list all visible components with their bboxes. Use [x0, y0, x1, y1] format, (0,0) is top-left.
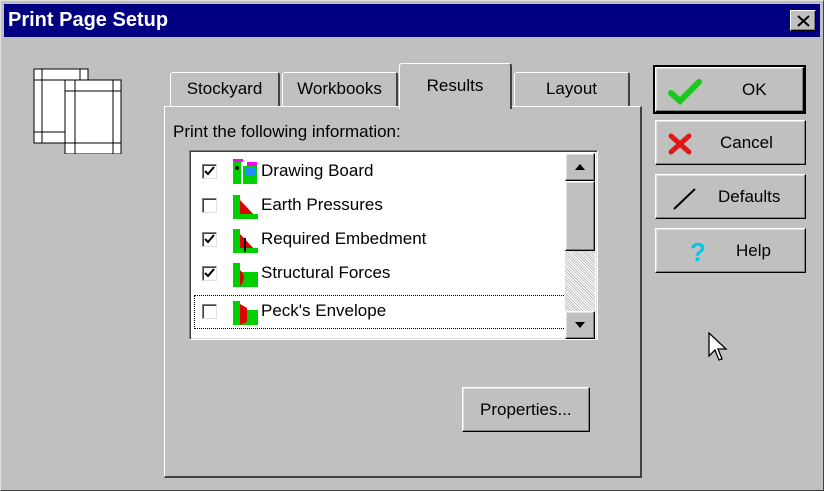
list-item[interactable]: Drawing Board — [194, 155, 570, 189]
checkbox-required-embedment[interactable] — [202, 232, 217, 247]
close-button[interactable] — [790, 10, 816, 31]
checkbox-earth-pressures[interactable] — [202, 198, 217, 213]
page-setup-icon — [33, 68, 125, 159]
cancel-button[interactable]: Cancel — [655, 120, 806, 165]
window-title: Print Page Setup — [8, 9, 169, 31]
scroll-up-button[interactable] — [565, 153, 595, 181]
scroll-down-button[interactable] — [565, 311, 595, 339]
arrow-down-icon — [575, 322, 585, 328]
list-item-label: Structural Forces — [261, 263, 391, 282]
checkmark-icon — [204, 166, 215, 176]
checkmark-icon — [204, 268, 215, 278]
checkbox-drawing-board[interactable] — [202, 164, 217, 179]
checkbox-structural-forces[interactable] — [202, 266, 217, 281]
earth-pressures-icon — [233, 195, 258, 219]
title-bar[interactable]: Print Page Setup — [4, 4, 820, 37]
required-embedment-icon — [233, 229, 258, 253]
checkmark-icon — [204, 234, 215, 244]
tab-layout[interactable]: Layout — [514, 72, 630, 108]
properties-button[interactable]: Properties... — [462, 387, 590, 432]
ok-button[interactable]: OK — [653, 65, 806, 114]
list-item-label: Peck's Envelope — [261, 301, 387, 320]
list-item[interactable]: Required Embedment — [194, 223, 570, 257]
tab-results[interactable]: Results — [399, 63, 512, 109]
help-button[interactable]: ? Help — [655, 228, 806, 273]
drawing-board-icon — [233, 159, 257, 184]
structural-forces-icon — [233, 263, 258, 287]
tab-workbooks[interactable]: Workbooks — [282, 72, 398, 108]
panel-caption: Print the following information: — [173, 122, 401, 141]
checkbox-pecks-envelope[interactable] — [202, 304, 217, 319]
checkmark-icon — [668, 79, 702, 105]
list-item-label: Drawing Board — [261, 161, 374, 180]
pecks-envelope-icon — [233, 301, 258, 325]
arrow-up-icon — [575, 164, 585, 170]
ok-button-face: OK — [655, 67, 804, 112]
list-item-label: Earth Pressures — [261, 195, 383, 214]
pen-line-icon — [673, 188, 696, 210]
cancel-x-icon — [668, 133, 692, 155]
close-icon — [797, 15, 810, 27]
list-item[interactable]: Earth Pressures — [194, 189, 570, 223]
list-scrollbar[interactable] — [565, 153, 595, 339]
mouse-cursor-icon — [708, 332, 728, 361]
question-mark-icon: ? — [690, 237, 706, 267]
list-item[interactable]: Peck's Envelope — [194, 295, 570, 329]
scroll-thumb[interactable] — [565, 181, 595, 251]
results-listbox[interactable]: Drawing Board Earth Pressures Required E… — [189, 150, 598, 340]
defaults-button[interactable]: Defaults — [655, 174, 806, 219]
list-item[interactable]: Structural Forces — [194, 257, 570, 291]
list-item-label: Required Embedment — [261, 229, 427, 248]
tab-stockyard[interactable]: Stockyard — [170, 72, 280, 108]
